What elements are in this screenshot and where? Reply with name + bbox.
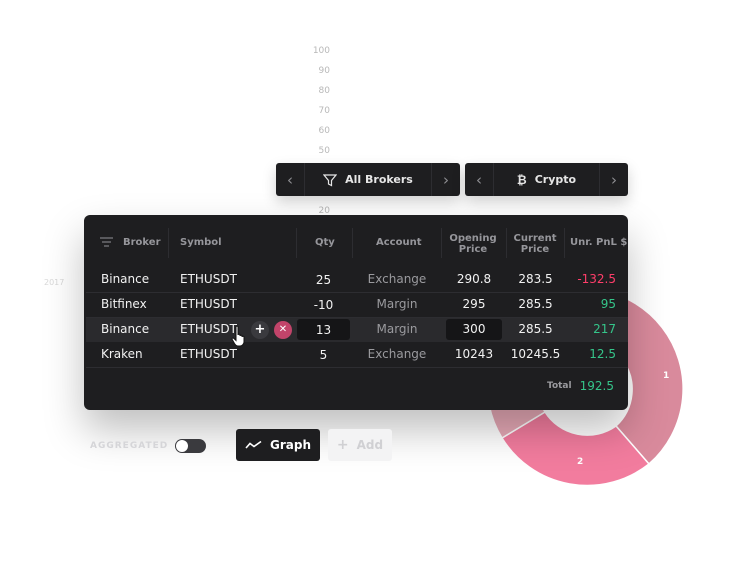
row2-symbol: ETHUSDT	[180, 297, 237, 311]
row4-broker: Kraken	[101, 347, 143, 361]
row2-pnl: 95	[600, 297, 616, 311]
toggle-knob	[176, 440, 188, 452]
header-opening-line2: Price	[458, 244, 488, 255]
row-divider	[86, 367, 628, 368]
axis-tick-70: 70	[318, 106, 330, 116]
asset-filter-label: Crypto	[534, 173, 577, 186]
row1-symbol: ETHUSDT	[180, 272, 237, 286]
axis-year-label: 2017	[44, 278, 65, 287]
row3-opening-input[interactable]: 300	[446, 322, 502, 336]
hand-cursor-icon	[231, 325, 245, 347]
total-value: 192.5	[579, 379, 614, 393]
header-qty[interactable]: Qty	[315, 237, 335, 248]
row3-account[interactable]: Margin	[353, 322, 441, 336]
donut-label-2: 2	[577, 457, 583, 467]
header-divider	[352, 228, 353, 258]
row2-broker: Bitfinex	[101, 297, 147, 311]
row4-symbol: ETHUSDT	[180, 347, 237, 361]
broker-filter-label: All Brokers	[345, 173, 413, 186]
row4-current: 10245.5	[510, 347, 561, 361]
row4-pnl: 12.5	[589, 347, 616, 361]
header-opening-line1: Opening	[449, 233, 497, 244]
header-broker[interactable]: Broker	[123, 237, 161, 248]
row3-symbol: ETHUSDT	[180, 322, 237, 336]
add-row-icon[interactable]: +	[251, 321, 269, 339]
row3-qty-input[interactable]: 13	[297, 323, 350, 337]
header-divider	[296, 228, 297, 258]
header-divider	[168, 228, 169, 258]
row2-account: Margin	[376, 297, 418, 311]
sort-icon[interactable]	[100, 237, 114, 247]
bitcoin-icon: ₿	[516, 172, 527, 187]
row1-current: 283.5	[518, 272, 553, 286]
aggregated-toggle[interactable]	[175, 439, 206, 453]
axis-tick-60: 60	[318, 126, 330, 136]
remove-row-icon[interactable]: ✕	[274, 321, 292, 339]
header-opening-price[interactable]: Opening Price	[447, 233, 499, 255]
header-current-line2: Price	[520, 244, 550, 255]
asset-filter-button[interactable]: ₿ Crypto	[493, 163, 600, 196]
broker-prev-button[interactable]: ‹	[276, 163, 304, 196]
asset-filter: ‹ ₿ Crypto ›	[465, 163, 628, 196]
row1-broker: Binance	[101, 272, 150, 286]
row3-pnl: 217	[593, 322, 616, 336]
header-current-line1: Current	[513, 233, 557, 244]
row-divider	[86, 317, 628, 318]
row1-pnl: -132.5	[577, 272, 616, 286]
axis-tick-50: 50	[318, 146, 330, 156]
donut-label-1: 1	[663, 371, 669, 381]
row2-qty: -10	[313, 298, 334, 312]
row3-current: 285.5	[518, 322, 553, 336]
axis-tick-90: 90	[318, 66, 330, 76]
line-chart-icon	[245, 440, 262, 449]
header-divider	[441, 228, 442, 258]
filter-icon	[323, 173, 338, 186]
row2-current: 285.5	[518, 297, 553, 311]
add-label: Add	[356, 438, 384, 452]
row4-qty: 5	[319, 348, 328, 362]
header-pnl[interactable]: Unr. PnL $	[570, 237, 627, 248]
axis-tick-80: 80	[318, 86, 330, 96]
broker-filter: ‹ All Brokers ›	[276, 163, 460, 196]
row4-account: Exchange	[367, 347, 427, 361]
row1-account: Exchange	[367, 272, 427, 286]
row3-broker: Binance	[101, 322, 150, 336]
add-button[interactable]: + Add	[328, 429, 392, 461]
row-divider	[86, 292, 628, 293]
header-current-price[interactable]: Current Price	[509, 233, 561, 255]
row1-opening: 290.8	[456, 272, 492, 286]
row2-opening: 295	[462, 297, 486, 311]
plus-icon: +	[336, 437, 349, 453]
row1-qty: 25	[315, 273, 332, 287]
header-divider	[564, 228, 565, 258]
broker-filter-button[interactable]: All Brokers	[304, 163, 432, 196]
header-symbol[interactable]: Symbol	[180, 237, 222, 248]
graph-label: Graph	[270, 438, 311, 452]
graph-button[interactable]: Graph	[236, 429, 320, 461]
aggregated-label: AGGREGATED	[90, 441, 169, 451]
asset-prev-button[interactable]: ‹	[465, 163, 493, 196]
header-account[interactable]: Account	[376, 237, 421, 248]
axis-tick-100: 100	[312, 46, 330, 56]
broker-next-button[interactable]: ›	[432, 163, 460, 196]
header-divider	[506, 228, 507, 258]
row4-opening: 10243	[454, 347, 494, 361]
asset-next-button[interactable]: ›	[600, 163, 628, 196]
